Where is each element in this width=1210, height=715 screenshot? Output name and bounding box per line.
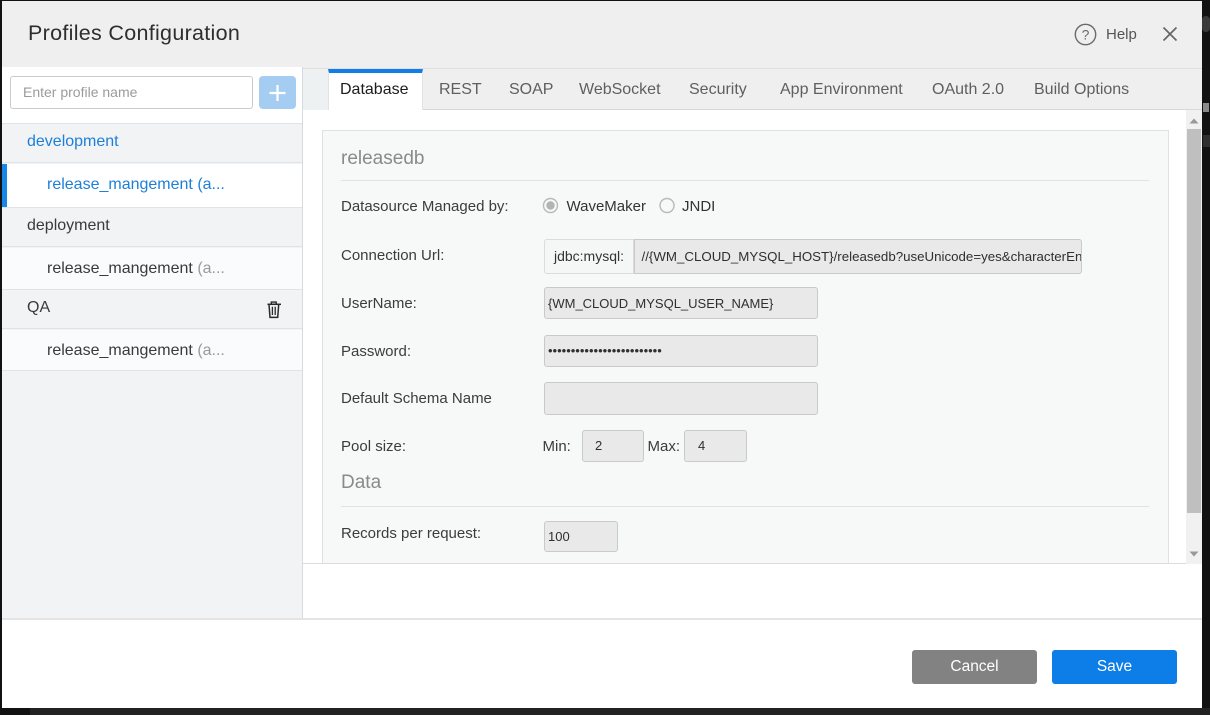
svg-text:?: ? bbox=[1082, 26, 1090, 42]
